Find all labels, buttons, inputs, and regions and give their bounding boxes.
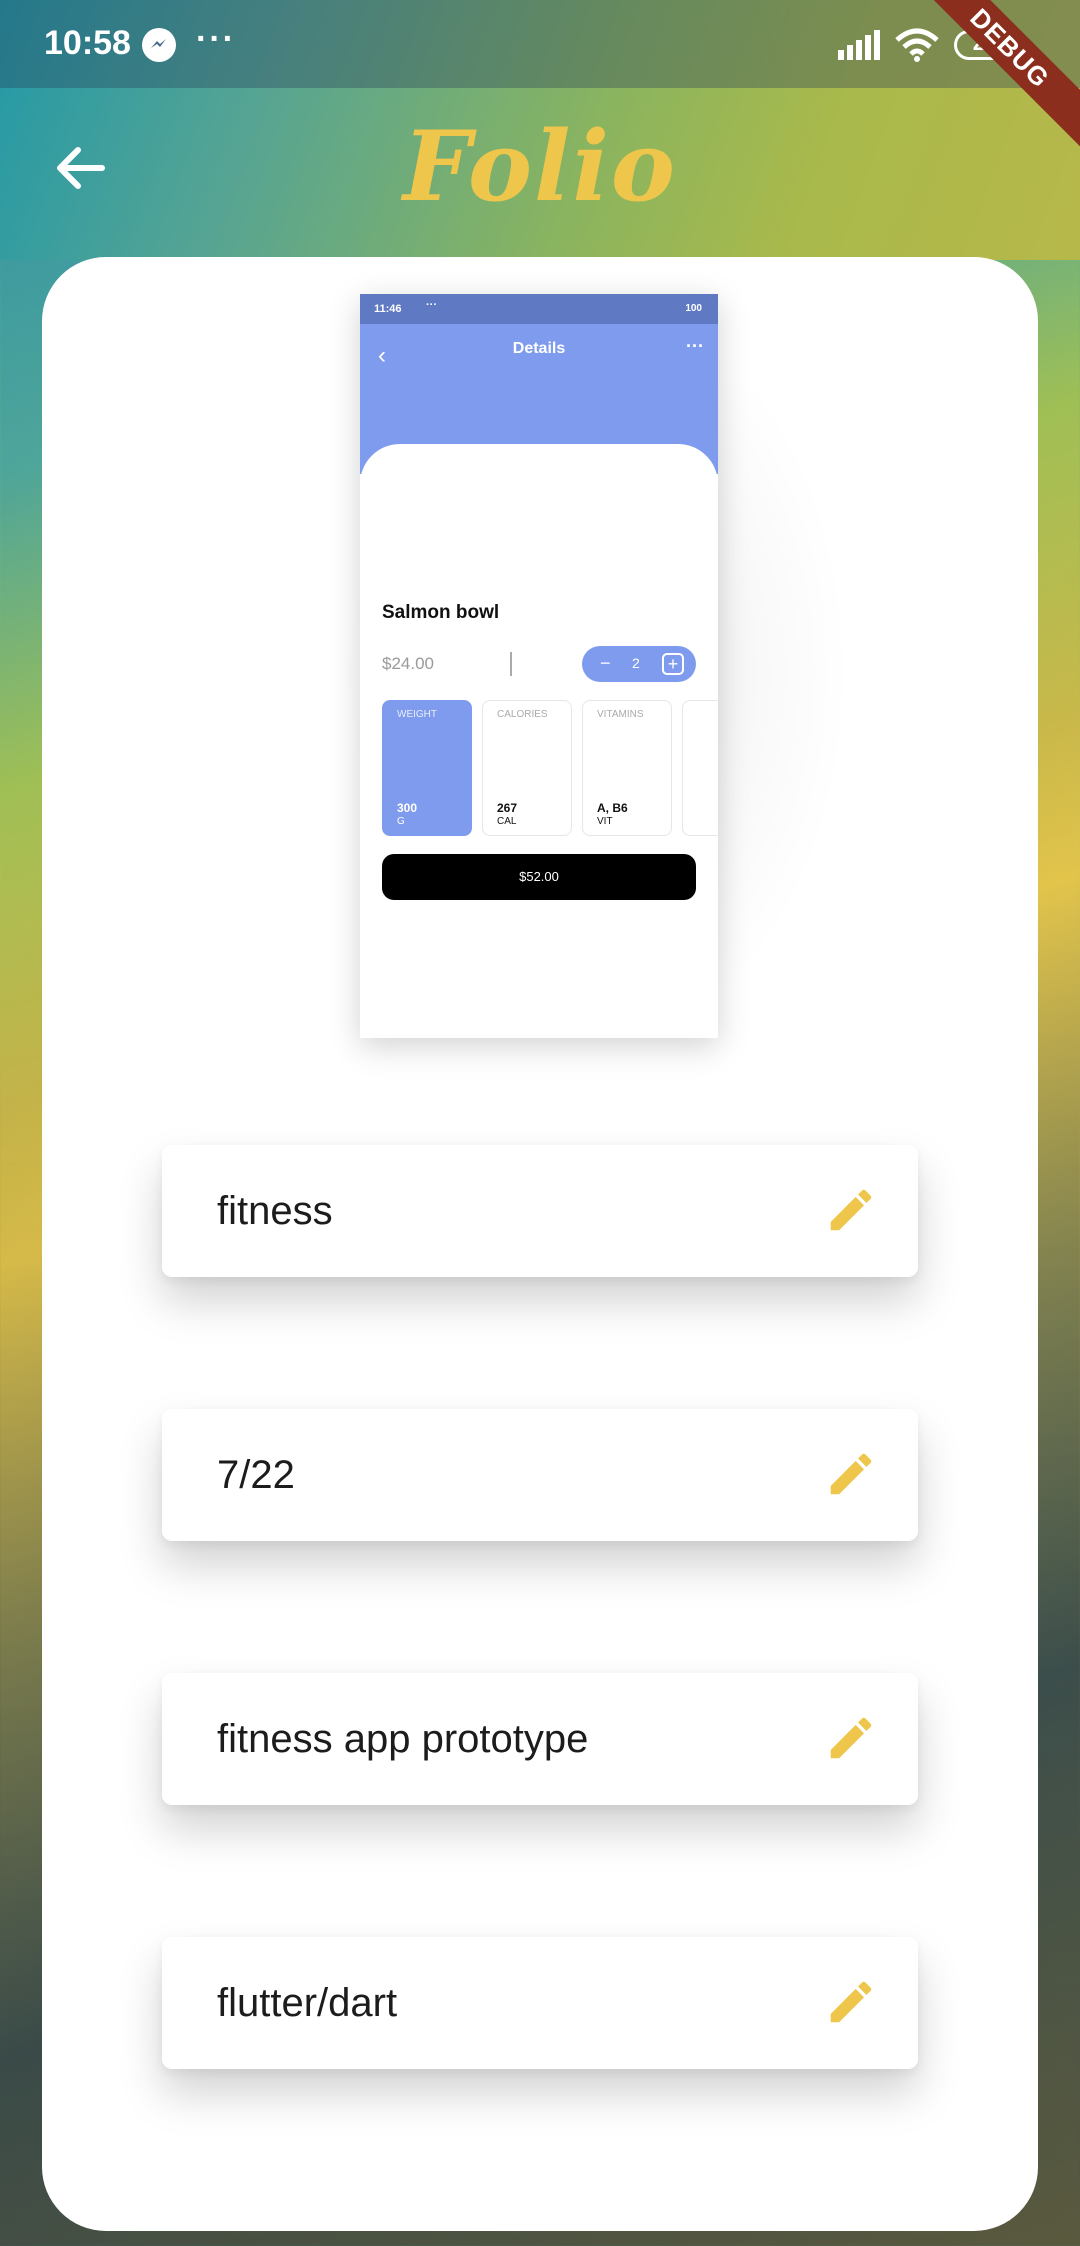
field-row-date: 7/22	[162, 1409, 918, 1541]
preview-nutrition-card: VITAMINS A, B6 VIT	[582, 700, 672, 836]
project-screenshot[interactable]: 11:46 ··· 100 ‹ Details ··· Salmon bowl …	[360, 294, 718, 1038]
nutrition-value: 267	[497, 801, 518, 815]
field-row-tech: flutter/dart	[162, 1937, 918, 2069]
nutrition-value: 300	[397, 801, 418, 815]
preview-nutrition-card: WEIGHT 300 G	[382, 700, 472, 836]
status-time: 10:58	[44, 24, 131, 62]
field-value: flutter/dart	[217, 1981, 398, 2025]
preview-item-name: Salmon bowl	[382, 602, 500, 623]
preview-battery: 100	[685, 303, 702, 314]
status-bar: 10:58 ··· 26 DEBUG	[0, 0, 1080, 155]
pencil-icon[interactable]	[824, 1447, 878, 1501]
nutrition-label: VITAMINS	[597, 709, 644, 720]
pencil-icon[interactable]	[824, 1183, 878, 1237]
preview-more-icon: ···	[686, 336, 704, 356]
field-row-category: fitness	[162, 1145, 918, 1277]
pencil-icon[interactable]	[824, 1975, 878, 2029]
nutrition-unit: G	[397, 816, 405, 827]
preview-nutrition-card-partial	[682, 700, 718, 836]
messenger-icon	[142, 28, 176, 62]
app-title: Folio	[403, 110, 677, 223]
signal-icon	[838, 30, 880, 60]
preview-plus-icon: +	[662, 653, 684, 675]
preview-status-bar: 11:46 ··· 100	[360, 294, 718, 324]
nutrition-label: CALORIES	[497, 709, 548, 720]
pencil-icon[interactable]	[824, 1711, 878, 1765]
nutrition-label: WEIGHT	[397, 709, 437, 720]
nutrition-unit: VIT	[597, 816, 613, 827]
wifi-icon	[895, 28, 939, 62]
preview-title: Details	[512, 340, 566, 357]
preview-status-time: 11:46	[374, 303, 402, 315]
more-notifications-icon: ···	[196, 20, 236, 58]
preview-minus-icon: −	[600, 653, 611, 673]
nutrition-unit: CAL	[497, 816, 517, 827]
field-row-title: fitness app prototype	[162, 1673, 918, 1805]
field-value: fitness app prototype	[217, 1717, 589, 1761]
preview-price: $24.00	[382, 654, 434, 673]
preview-quantity: 2	[632, 655, 640, 671]
preview-quantity-stepper: − 2 +	[582, 646, 696, 682]
field-value: fitness	[217, 1189, 333, 1233]
preview-divider	[510, 652, 512, 676]
preview-total-button: $52.00	[382, 854, 696, 900]
nutrition-value: A, B6	[597, 801, 628, 815]
preview-status-dots: ···	[426, 299, 437, 311]
preview-nutrition-card: CALORIES 267 CAL	[482, 700, 572, 836]
field-value: 7/22	[217, 1453, 295, 1497]
